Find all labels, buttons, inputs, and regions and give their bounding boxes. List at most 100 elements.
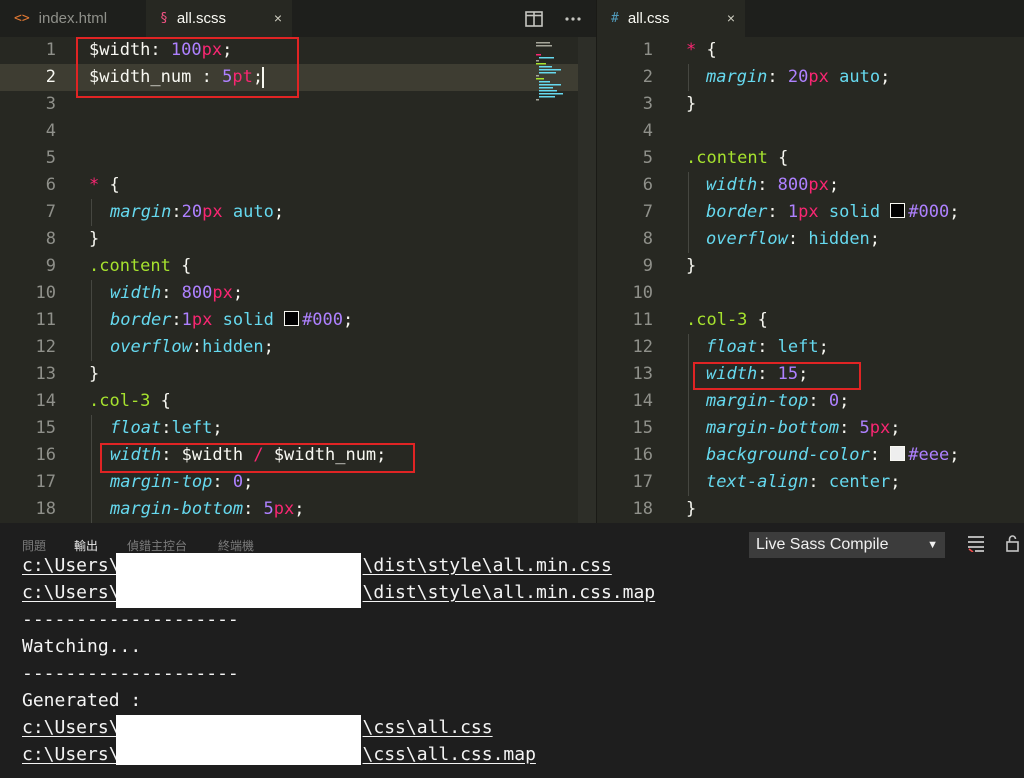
code-token: width xyxy=(110,283,162,303)
tab-all-scss[interactable]: § all.scss × xyxy=(146,0,292,37)
code-token: } xyxy=(686,499,697,519)
code-line[interactable]: 10 xyxy=(597,280,1024,307)
code-text: margin-top: 0; xyxy=(110,469,253,496)
code-line[interactable]: 18} xyxy=(597,496,1024,523)
code-text: } xyxy=(686,91,696,118)
code-line[interactable]: 7 margin:20px auto; xyxy=(0,199,596,226)
code-line[interactable]: 14 margin-top: 0; xyxy=(597,388,1024,415)
line-number: 10 xyxy=(632,283,653,303)
code-token: overflow xyxy=(110,337,192,357)
tab-output[interactable]: 輸出 xyxy=(74,537,98,554)
indent-guide xyxy=(688,172,689,199)
code-token: } xyxy=(686,256,697,276)
code-token: ; xyxy=(212,418,223,438)
code-line[interactable]: 12 float: left; xyxy=(597,334,1024,361)
lock-scroll-icon[interactable] xyxy=(1006,534,1022,552)
code-line[interactable]: 9} xyxy=(597,253,1024,280)
code-token: solid xyxy=(212,310,285,330)
code-line[interactable]: 11 .col-3 { xyxy=(597,307,1024,334)
line-number: 5 xyxy=(642,148,653,168)
close-icon[interactable]: × xyxy=(274,10,282,26)
editor-actions xyxy=(525,0,582,37)
css-code-area[interactable]: 1 * {2 margin: 20px auto; 3} 4 5 .content {6 wi… xyxy=(597,37,1024,523)
code-token: ; xyxy=(839,391,850,411)
code-line[interactable]: 9 .content { xyxy=(0,253,596,280)
indent-guide xyxy=(688,442,689,469)
clear-output-icon[interactable] xyxy=(966,534,986,552)
tab-index-html[interactable]: <> index.html xyxy=(0,0,146,37)
scrollbar[interactable] xyxy=(578,37,596,523)
code-line[interactable]: 4 xyxy=(0,118,596,145)
output-path-suffix: \dist\style\all.min.css.map xyxy=(362,582,656,603)
css-file-icon: # xyxy=(611,11,619,26)
color-swatch[interactable] xyxy=(890,446,906,461)
code-token: float xyxy=(110,418,162,438)
code-line[interactable]: 3} xyxy=(597,91,1024,118)
code-token: float xyxy=(706,337,758,357)
indent-guide xyxy=(688,334,689,361)
code-token: #000 xyxy=(302,310,344,330)
code-line[interactable]: 6 * { xyxy=(0,172,596,199)
code-token: 5 xyxy=(859,418,870,438)
code-text: } xyxy=(89,226,99,253)
code-line[interactable]: 11 border:1px solid #000; xyxy=(0,307,596,334)
line-number: 9 xyxy=(642,256,653,276)
code-token: : xyxy=(161,418,172,438)
text-cursor xyxy=(262,67,264,88)
code-token: ; xyxy=(818,337,829,357)
tab-problems[interactable]: 問題 xyxy=(22,537,46,554)
tab-terminal[interactable]: 終端機 xyxy=(218,537,254,554)
left-tab-bar: <> index.html § all.scss × xyxy=(0,0,596,37)
code-text: } xyxy=(686,253,696,280)
code-line[interactable]: 10 width: 800px; xyxy=(0,280,596,307)
code-token: } xyxy=(89,229,100,249)
tab-debug-console[interactable]: 偵錯主控台 xyxy=(127,537,187,554)
code-line[interactable]: 5 .content { xyxy=(597,145,1024,172)
code-line[interactable]: 15 float:left; xyxy=(0,415,596,442)
code-line[interactable]: 2 margin: 20px auto; xyxy=(597,64,1024,91)
code-line[interactable]: 4 xyxy=(597,118,1024,145)
code-token: : xyxy=(171,310,182,330)
code-line[interactable]: 15 margin-bottom: 5px; xyxy=(597,415,1024,442)
code-line[interactable]: 16 background-color: #eee; xyxy=(597,442,1024,469)
code-line[interactable]: 17 margin-top: 0; xyxy=(0,469,596,496)
code-token: } xyxy=(89,364,100,384)
split-editor-icon[interactable] xyxy=(525,10,543,27)
line-number: 10 xyxy=(35,283,56,303)
code-text: * { xyxy=(686,37,717,64)
code-line[interactable]: 12 overflow:hidden; xyxy=(0,334,596,361)
code-text: } xyxy=(89,361,99,388)
code-line[interactable]: 8 overflow: hidden; xyxy=(597,226,1024,253)
code-line[interactable]: 8} xyxy=(0,226,596,253)
line-number: 6 xyxy=(45,175,56,195)
code-token: background-color xyxy=(706,445,870,465)
color-swatch[interactable] xyxy=(284,311,300,326)
code-token: px xyxy=(273,499,295,519)
code-token: : xyxy=(191,337,203,357)
code-line[interactable]: 6 width: 800px; xyxy=(597,172,1024,199)
code-token: } xyxy=(686,94,697,114)
tab-all-css[interactable]: # all.css × xyxy=(597,0,745,37)
code-token: * xyxy=(89,175,100,195)
code-line[interactable]: 1 * { xyxy=(597,37,1024,64)
code-token: 800 xyxy=(777,175,809,195)
line-number: 8 xyxy=(45,229,56,249)
code-line[interactable]: 18 margin-bottom: 5px; xyxy=(0,496,596,523)
close-icon[interactable]: × xyxy=(727,10,735,26)
code-line[interactable]: 14 .col-3 { xyxy=(0,388,596,415)
color-swatch[interactable] xyxy=(890,203,906,218)
code-token: ; xyxy=(243,472,254,492)
code-token: 1 xyxy=(181,310,192,330)
minimap[interactable] xyxy=(536,42,576,112)
indent-guide xyxy=(91,469,92,496)
code-token: px xyxy=(202,202,223,222)
code-text: overflow:hidden; xyxy=(110,334,274,361)
code-token: 0 xyxy=(232,472,244,492)
output-line: Watching... xyxy=(22,636,1024,657)
code-line[interactable]: 17 text-align: center; xyxy=(597,469,1024,496)
more-actions-icon[interactable] xyxy=(564,11,582,27)
code-line[interactable]: 5 xyxy=(0,145,596,172)
line-number: 16 xyxy=(632,445,653,465)
code-line[interactable]: 7 border: 1px solid #000; xyxy=(597,199,1024,226)
code-line[interactable]: 13} xyxy=(0,361,596,388)
